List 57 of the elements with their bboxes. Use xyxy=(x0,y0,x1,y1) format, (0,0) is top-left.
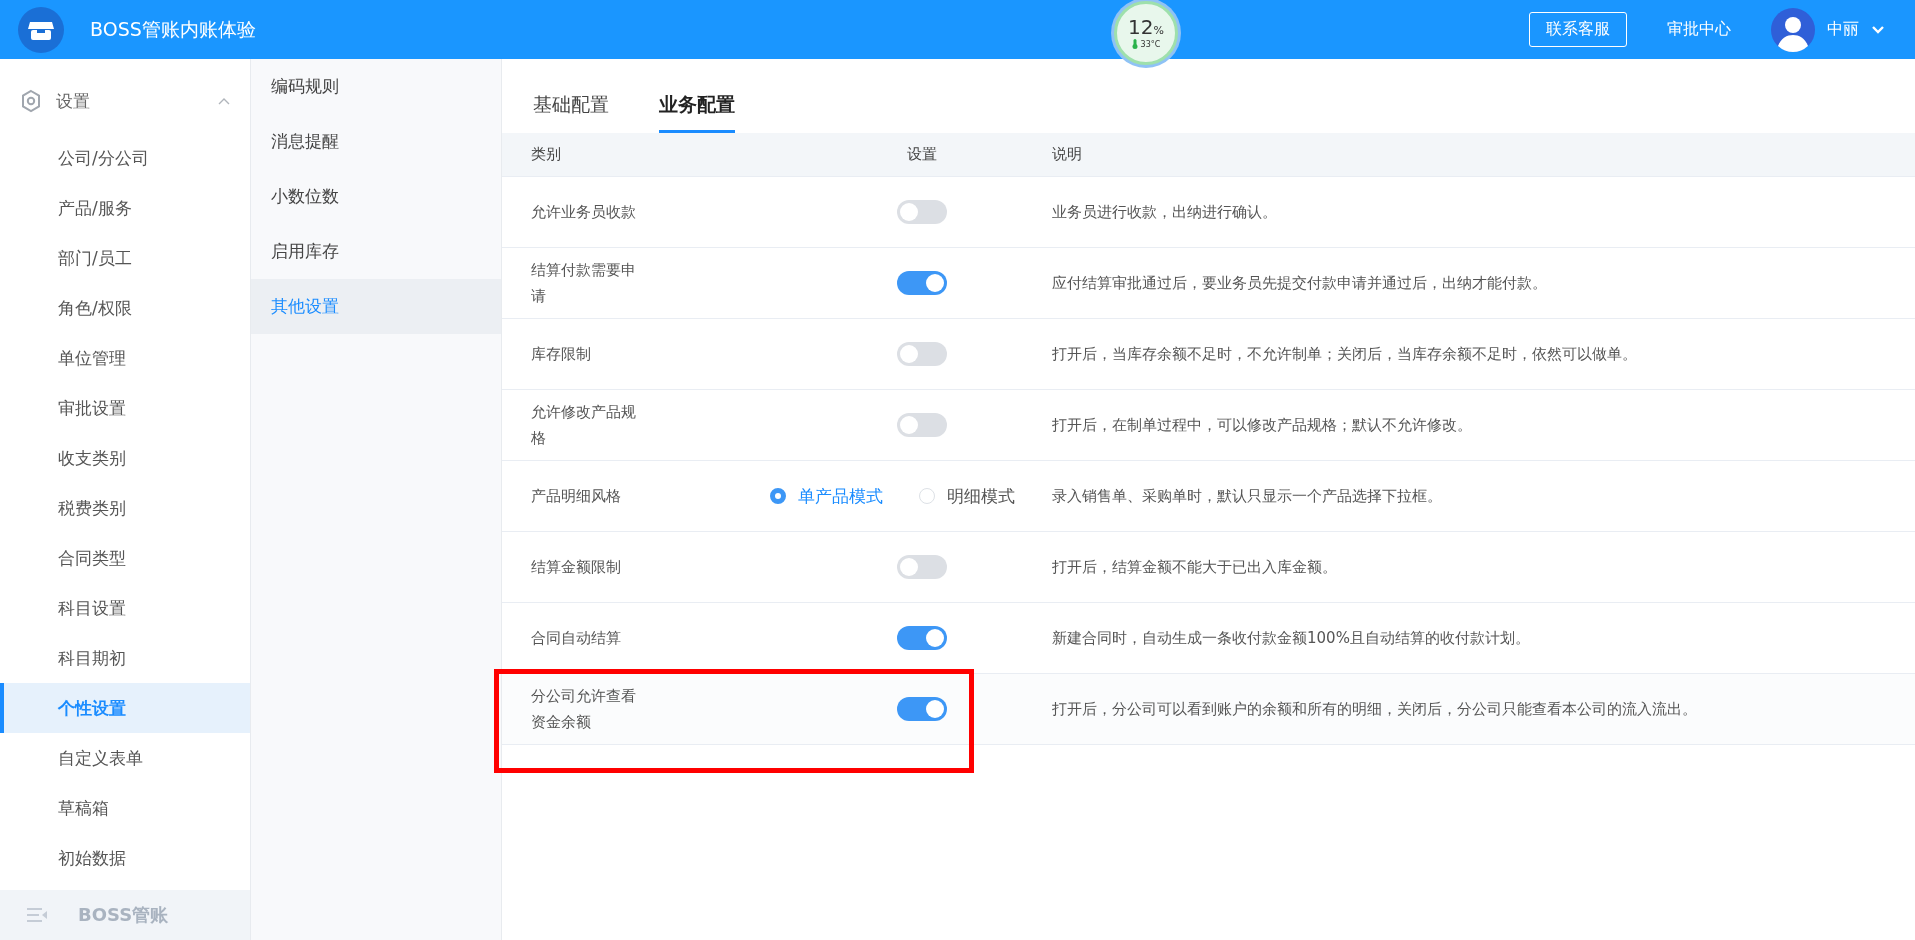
sidebar-item[interactable]: 收支类别 xyxy=(0,433,250,483)
chevron-down-icon[interactable] xyxy=(1871,24,1885,35)
sidebar-item[interactable]: 税费类别 xyxy=(0,483,250,533)
radio-option[interactable]: 明细模式 xyxy=(918,484,1015,508)
sidebar-item[interactable]: 审批设置 xyxy=(0,383,250,433)
sidebar-item[interactable]: 产品/服务 xyxy=(0,183,250,233)
toggle-switch[interactable] xyxy=(897,413,947,437)
subnav-item[interactable]: 消息提醒 xyxy=(251,114,501,169)
app-title: BOSS管账内账体验 xyxy=(90,16,256,42)
subnav-item[interactable]: 小数位数 xyxy=(251,169,501,224)
avatar-icon[interactable] xyxy=(1771,7,1815,52)
sidebar-item[interactable]: 公司/分公司 xyxy=(0,133,250,183)
shop-logo-icon xyxy=(18,6,64,53)
description-cell: 打开后，结算金额不能大于已出入库金额。 xyxy=(1052,557,1337,576)
toggle-switch[interactable] xyxy=(897,200,947,224)
hexagon-settings-icon xyxy=(20,89,42,113)
description-cell: 新建合同时，自动生成一条收付款金额100%且自动结算的收付款计划。 xyxy=(1052,628,1530,647)
category-cell-text: 库存限制 xyxy=(531,343,592,365)
gauge-unit: % xyxy=(1153,25,1164,36)
description-cell: 打开后，在制单过程中，可以修改产品规格；默认不允许修改。 xyxy=(1052,415,1472,434)
sidebar-item[interactable]: 单位管理 xyxy=(0,333,250,383)
category-cell-text: 结算付款需要申请 xyxy=(531,259,637,307)
toggle-switch[interactable] xyxy=(897,555,947,579)
category-cell-text: 合同自动结算 xyxy=(531,627,622,649)
thermometer-icon xyxy=(1131,39,1138,49)
gauge-temperature: 33°C xyxy=(1140,39,1161,49)
sidebar-item[interactable]: 合同类型 xyxy=(0,533,250,583)
column-header: 说明 xyxy=(1052,145,1082,163)
toggle-switch[interactable] xyxy=(897,271,947,295)
gauge-percent: 12 xyxy=(1128,17,1154,37)
sidebar-item[interactable]: 部门/员工 xyxy=(0,233,250,283)
category-cell-text: 允许业务员收款 xyxy=(531,201,637,223)
sidebar-item[interactable]: 草稿箱 xyxy=(0,783,250,833)
description-cell: 打开后，当库存余额不足时，不允许制单；关闭后，当库存余额不足时，依然可以做单。 xyxy=(1052,344,1637,363)
description-cell: 录入销售单、采购单时，默认只显示一个产品选择下拉框。 xyxy=(1052,486,1442,505)
toggle-switch[interactable] xyxy=(897,697,947,721)
subnav-item[interactable]: 启用库存 xyxy=(251,224,501,279)
sidebar-item[interactable]: 角色/权限 xyxy=(0,283,250,333)
sidebar-item[interactable]: 科目期初 xyxy=(0,633,250,683)
description-cell: 打开后，分公司可以看到账户的余额和所有的明细，关闭后，分公司只能查看本公司的流入流出。 xyxy=(1052,699,1697,718)
settings-group-header[interactable]: 设置 xyxy=(0,69,250,133)
description-cell: 业务员进行收款，出纳进行确认。 xyxy=(1052,202,1277,221)
sidebar-item[interactable]: 科目设置 xyxy=(0,583,250,633)
subnav-item[interactable]: 编码规则 xyxy=(251,59,501,114)
toggle-switch[interactable] xyxy=(897,626,947,650)
category-cell-text: 结算金额限制 xyxy=(531,556,622,578)
toggle-switch[interactable] xyxy=(897,342,947,366)
column-header: 设置 xyxy=(907,145,937,164)
category-cell-text: 允许修改产品规格 xyxy=(531,401,637,449)
tab[interactable]: 基础配置 xyxy=(533,92,609,133)
category-cell-text: 分公司允许查看资金余额 xyxy=(531,685,637,733)
category-cell-text: 产品明细风格 xyxy=(531,485,622,507)
footer-brand: BOSS管账 xyxy=(78,903,169,927)
description-cell: 应付结算审批通过后，要业务员先提交付款申请并通过后，出纳才能付款。 xyxy=(1052,273,1547,292)
sidebar-item[interactable]: 初始数据 xyxy=(0,833,250,883)
column-header: 类别 xyxy=(531,145,561,163)
sidebar-item[interactable]: 自定义表单 xyxy=(0,733,250,783)
